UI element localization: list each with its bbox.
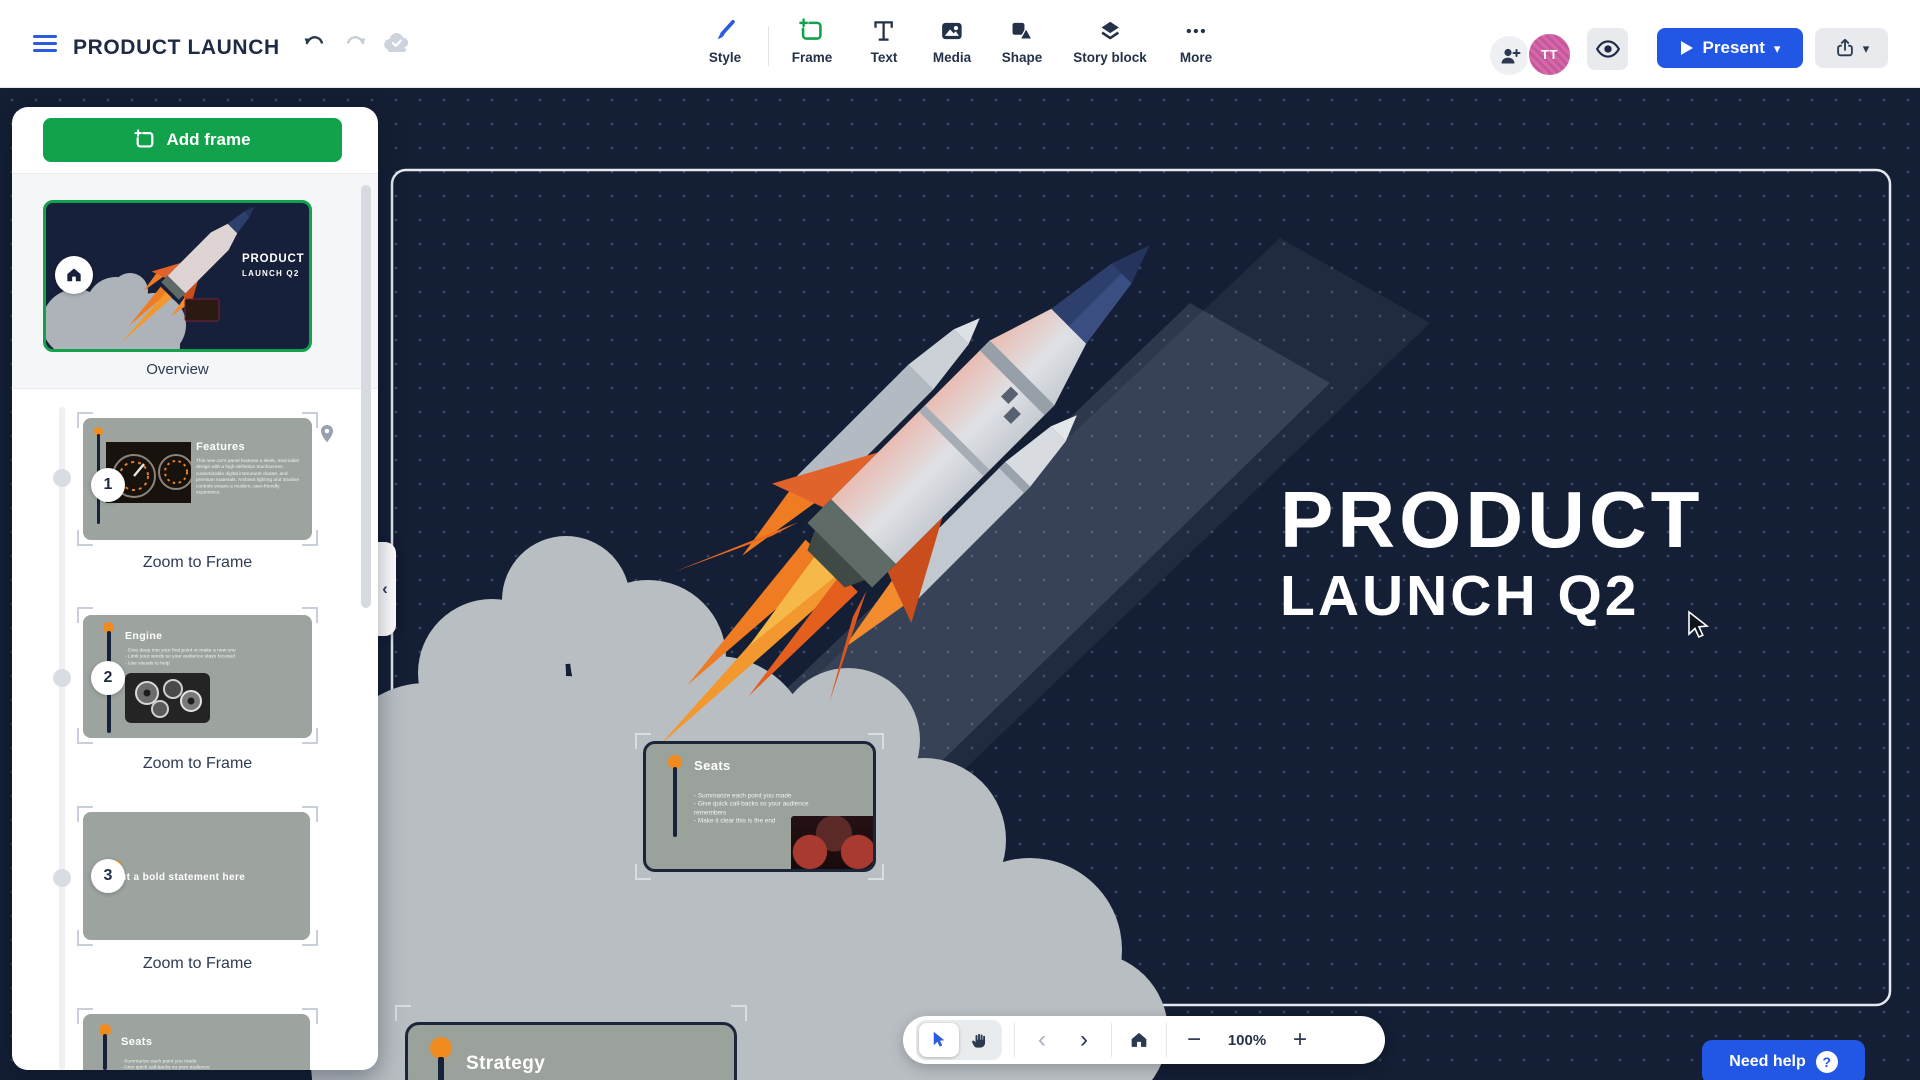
frame-1-zoom-label[interactable]: Zoom to Frame (77, 554, 318, 572)
question-icon: ? (1816, 1051, 1838, 1073)
need-help-button[interactable]: Need help ? (1702, 1040, 1865, 1080)
strategy-topic-card[interactable]: Strategy (405, 1022, 737, 1080)
timeline-dot (53, 869, 71, 887)
frame-icon (799, 18, 825, 44)
seats-card-image (791, 816, 876, 872)
user-avatar[interactable]: TT (1527, 32, 1572, 77)
nav-forward-button[interactable]: › (1069, 1022, 1099, 1058)
add-frame-button[interactable]: Add frame (43, 118, 342, 162)
frame-3-number-badge[interactable]: 3 (91, 859, 125, 893)
sidebar-scrollbar[interactable] (361, 185, 371, 608)
overview-label: Overview (43, 361, 312, 378)
nav-back-button[interactable]: ‹ (1027, 1022, 1057, 1058)
frame-2-zoom-label[interactable]: Zoom to Frame (77, 755, 318, 773)
frame-3-zoom-label[interactable]: Zoom to Frame (77, 955, 318, 973)
avatar-initials: TT (1541, 47, 1558, 62)
text-icon (871, 18, 897, 44)
media-icon (939, 18, 965, 44)
home-icon (1128, 1029, 1150, 1051)
divider (1014, 1023, 1015, 1057)
top-bar: PRODUCT LAUNCH Style (0, 0, 1920, 88)
tool-text[interactable]: Text (871, 18, 898, 65)
chevron-right-icon: › (1080, 1028, 1088, 1052)
home-button[interactable] (1124, 1022, 1154, 1058)
divider (1166, 1023, 1167, 1057)
timeline-track (59, 407, 65, 1070)
tool-frame[interactable]: Frame (792, 18, 833, 65)
toolbar-separator (768, 26, 769, 66)
shape-icon (1009, 18, 1035, 44)
frame-1-number-badge[interactable]: 1 (91, 468, 125, 502)
story-block-icon (1097, 18, 1123, 44)
zoom-out-button[interactable]: − (1179, 1022, 1209, 1058)
minus-icon: − (1187, 1028, 1201, 1052)
seats-topic-card[interactable]: Seats - Summarize each point you made - … (643, 741, 876, 872)
present-caret-icon: ▾ (1774, 42, 1781, 55)
timeline-dot (53, 469, 71, 487)
canvas-title-line1: PRODUCT (1280, 480, 1704, 560)
frame-2-bullets: - Dive deep into your first point or mak… (125, 647, 296, 666)
document-title: PRODUCT LAUNCH (73, 36, 280, 60)
frames-sidebar: Add frame (12, 107, 378, 1070)
chevron-left-icon: ‹ (382, 579, 388, 599)
overview-thumbnail[interactable]: PRODUCT LAUNCH Q2 (43, 200, 312, 352)
cloud-saved-icon (382, 30, 412, 56)
overview-thumb-title1: PRODUCT (242, 253, 304, 265)
hand-icon (970, 1031, 989, 1050)
zoom-level: 100% (1221, 1032, 1273, 1049)
present-button[interactable]: Present ▾ (1657, 28, 1803, 68)
tool-mode-segment (916, 1020, 1002, 1060)
seats-pin-line (673, 767, 677, 837)
overview-home-badge[interactable] (55, 256, 93, 294)
preview-button[interactable] (1587, 28, 1628, 70)
share-caret-icon: ▾ (1863, 42, 1870, 55)
cursor-arrow-icon (930, 1030, 948, 1050)
cursor-tool-button[interactable] (919, 1023, 959, 1057)
frame-2-image (125, 673, 210, 723)
tool-shape[interactable]: Shape (1002, 18, 1043, 65)
strategy-pin-icon (430, 1037, 452, 1059)
home-icon (64, 265, 84, 285)
bottom-toolbar: ‹ › − 100% + (903, 1016, 1385, 1064)
hamburger-menu-icon[interactable] (33, 35, 57, 54)
overview-thumb-title2: LAUNCH Q2 (242, 269, 299, 278)
tool-media[interactable]: Media (933, 18, 971, 65)
zoom-in-button[interactable]: + (1285, 1022, 1315, 1058)
tool-more[interactable]: More (1180, 18, 1212, 65)
canvas-title-line2: LAUNCH Q2 (1280, 568, 1640, 625)
location-pin-icon[interactable] (318, 422, 336, 446)
share-export-icon (1834, 37, 1856, 59)
frame-4-thumbnail[interactable]: Seats - Summarize each point you made - … (83, 1014, 310, 1070)
style-brush-icon (712, 18, 738, 44)
add-frame-icon (134, 129, 156, 151)
frame-4-bullets: - Summarize each point you made - Give q… (121, 1058, 292, 1070)
strategy-pin-line (438, 1057, 444, 1080)
timeline-dot (53, 669, 71, 687)
chevron-left-icon: ‹ (1038, 1028, 1046, 1052)
more-icon (1183, 18, 1209, 44)
plus-icon: + (1293, 1028, 1307, 1052)
share-button[interactable]: ▾ (1815, 28, 1888, 68)
person-add-icon (1498, 44, 1522, 68)
tool-style[interactable]: Style (709, 18, 741, 65)
eye-icon (1595, 36, 1621, 62)
tool-story-block[interactable]: Story block (1073, 18, 1147, 65)
seats-card-title: Seats (694, 758, 731, 773)
frame-2-number-badge[interactable]: 2 (91, 661, 125, 695)
frame-1-body: This new car's panel features a sleek, m… (196, 458, 304, 495)
play-icon (1680, 40, 1694, 56)
hand-tool-button[interactable] (959, 1023, 999, 1057)
divider (1111, 1023, 1112, 1057)
mouse-cursor (1686, 610, 1712, 640)
strategy-card-title: Strategy (466, 1053, 545, 1075)
add-collaborator-button[interactable] (1488, 34, 1531, 77)
undo-icon[interactable] (302, 30, 328, 56)
redo-icon[interactable] (342, 30, 368, 56)
